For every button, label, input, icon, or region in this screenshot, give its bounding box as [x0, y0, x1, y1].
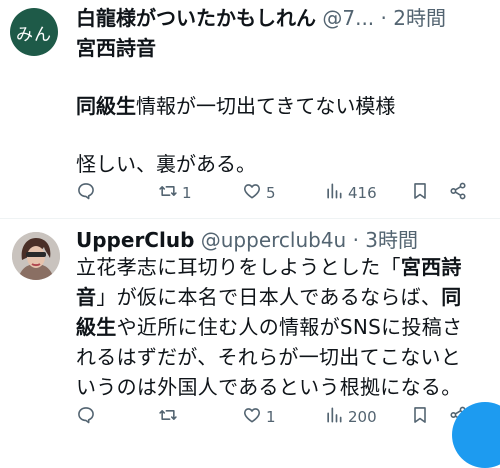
retweet-button[interactable]: 1 [158, 181, 242, 205]
views-count: 200 [348, 408, 377, 426]
retweet-icon [158, 405, 178, 429]
bold-text: 同 [441, 285, 462, 309]
like-button[interactable]: 1 [242, 405, 324, 429]
bold-text: 宮西詩音 [76, 36, 156, 60]
bookmark-button[interactable] [410, 405, 448, 429]
retweet-count: 1 [182, 184, 192, 202]
retweet-icon [158, 181, 178, 205]
reply-icon [76, 181, 96, 205]
share-button[interactable] [448, 181, 468, 205]
bookmark-icon [410, 405, 430, 429]
text-run: 」が仮に本名で日本人であるならば、 [96, 285, 442, 309]
tweet-text: 宮西詩音同級生情報が一切出てきてない模様怪しい、裏がある。 [76, 33, 486, 179]
tweet[interactable]: UpperClub @upperclub4u · 3時間 立花孝志に耳切りをしよ… [0, 222, 500, 468]
text-line: 立花孝志に耳切りをしようとした「宮西詩 [76, 252, 486, 282]
text-line: れるはずだが、それらが一切出てこないと [76, 342, 486, 372]
text-line: いうのは外国人であるという根拠になる。 [76, 372, 486, 402]
avatar[interactable]: みん [10, 8, 58, 56]
text-line: 音」が仮に本名で日本人であるならば、同 [76, 282, 486, 312]
text-run: 立花孝志に耳切りをしようとした「 [76, 255, 401, 279]
reply-button[interactable] [76, 181, 158, 205]
text-line: 宮西詩音 [76, 33, 486, 63]
bold-text: 宮西詩 [400, 255, 462, 279]
handle[interactable]: @upperclub4u [201, 228, 346, 252]
tweet-actions: 1 200 [76, 405, 476, 429]
reply-button[interactable] [76, 405, 158, 429]
text-run: 情報が一切出てきてない模様 [136, 94, 396, 118]
text-run: いうのは外国人であるという根拠になる。 [76, 375, 462, 399]
like-icon [242, 181, 262, 205]
views-button[interactable]: 200 [324, 405, 410, 429]
text-line: 級生や近所に住む人の情報がSNSに投稿さ [76, 312, 486, 342]
views-icon [324, 405, 344, 429]
like-count: 5 [266, 184, 276, 202]
display-name[interactable]: UpperClub [76, 228, 194, 252]
like-button[interactable]: 5 [242, 181, 324, 205]
like-icon [242, 405, 262, 429]
bold-text: 同級生 [76, 94, 136, 118]
bold-text: 級生 [76, 315, 117, 339]
handle[interactable]: @7... [322, 6, 374, 30]
tweet-header: 白龍様がついたかもしれん @7... · 2時間 [76, 4, 492, 32]
views-icon [324, 181, 344, 205]
retweet-button[interactable] [158, 405, 242, 429]
text-line: 同級生情報が一切出てきてない模様 [76, 91, 486, 121]
bold-text: 音 [76, 285, 97, 309]
views-button[interactable]: 416 [324, 181, 410, 205]
like-count: 1 [266, 408, 276, 426]
display-name[interactable]: 白龍様がついたかもしれん [76, 6, 316, 30]
text-line: 怪しい、裏がある。 [76, 149, 486, 179]
tweet-header: UpperClub @upperclub4u · 3時間 [76, 226, 492, 254]
share-icon [448, 181, 468, 205]
bookmark-icon [410, 181, 430, 205]
views-count: 416 [348, 184, 377, 202]
tweet[interactable]: みん 白龍様がついたかもしれん @7... · 2時間 宮西詩音同級生情報が一切… [0, 0, 500, 218]
text-run: や近所に住む人の情報がSNSに投稿さ [116, 315, 463, 339]
tweet-actions: 1 5 416 [76, 181, 476, 205]
reply-icon [76, 405, 96, 429]
timestamp[interactable]: · 3時間 [353, 228, 418, 252]
avatar[interactable] [12, 232, 60, 280]
tweet-text: 立花孝志に耳切りをしようとした「宮西詩 音」が仮に本名で日本人であるならば、同 級生… [76, 252, 486, 402]
tweet-divider [0, 218, 500, 219]
text-run: れるはずだが、それらが一切出てこないと [76, 345, 462, 369]
bookmark-button[interactable] [410, 181, 448, 205]
timestamp[interactable]: · 2時間 [381, 6, 446, 30]
text-run: 怪しい、裏がある。 [76, 152, 256, 176]
